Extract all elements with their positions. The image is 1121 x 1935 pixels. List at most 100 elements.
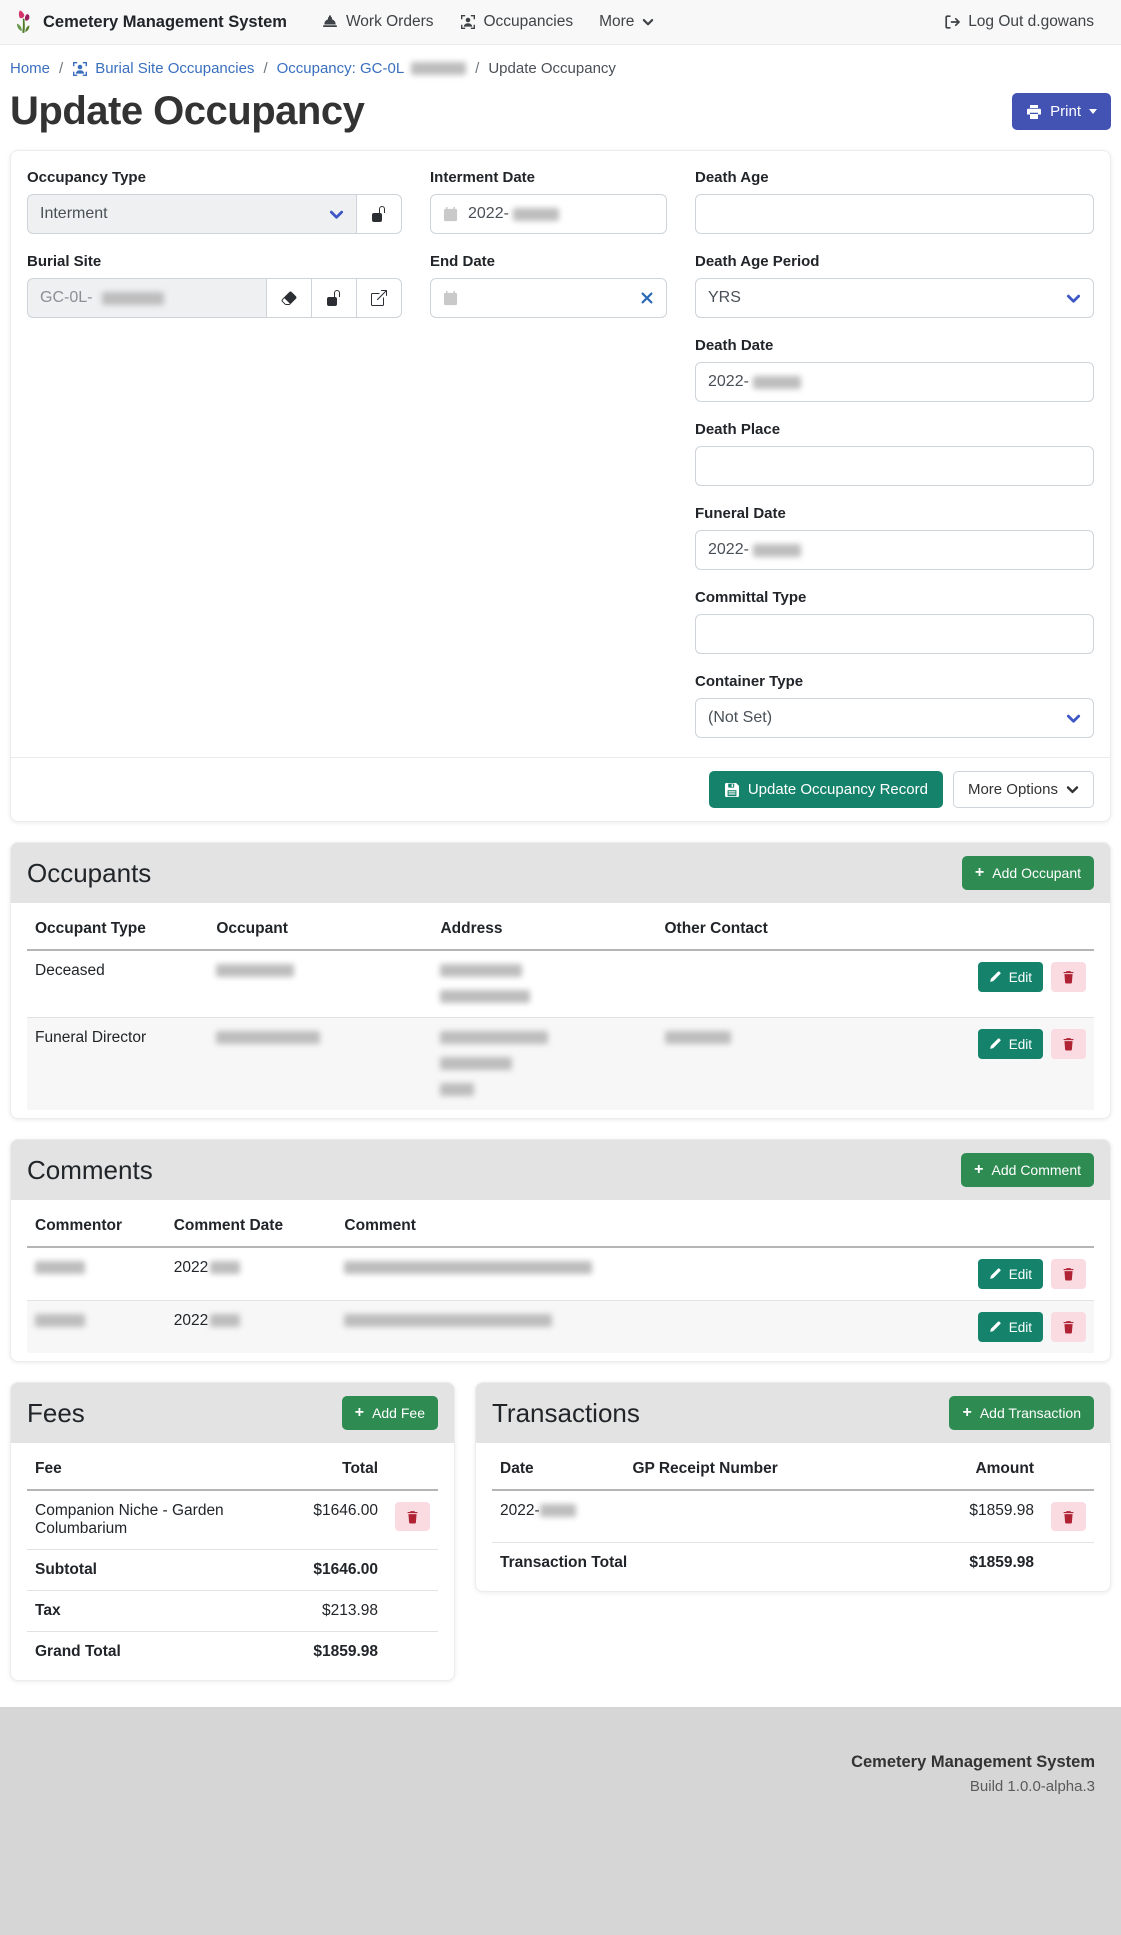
container-type-select[interactable]: (Not Set): [695, 698, 1094, 738]
column-actions: [970, 1204, 1094, 1247]
occupant-type-cell: Deceased: [27, 950, 208, 1018]
redacted-text: [540, 1504, 576, 1517]
chevron-down-icon: [1066, 291, 1081, 306]
redacted-text: [35, 1261, 85, 1274]
committal-type-text[interactable]: [708, 615, 1081, 653]
death-place-field: Death Place: [695, 421, 1094, 486]
end-date-input[interactable]: [430, 278, 667, 318]
transaction-amount-cell: $1859.98: [903, 1490, 1042, 1543]
breadcrumb-separator: /: [475, 60, 479, 77]
add-transaction-button[interactable]: + Add Transaction: [949, 1396, 1094, 1430]
nav-work-orders[interactable]: Work Orders: [309, 13, 447, 31]
container-type-value: (Not Set): [708, 709, 772, 727]
plus-icon: +: [355, 1405, 364, 1421]
redacted-text: [513, 208, 559, 221]
chevron-down-icon: [1066, 783, 1079, 796]
breadcrumb-burial-site-occupancies[interactable]: Burial Site Occupancies: [72, 60, 254, 77]
plus-icon: +: [962, 1405, 971, 1421]
edit-occupant-button[interactable]: Edit: [978, 1029, 1043, 1059]
nav-occupancies[interactable]: Occupancies: [447, 13, 587, 31]
delete-occupant-button[interactable]: [1051, 962, 1086, 992]
trash-icon: [1062, 1510, 1075, 1524]
eraser-icon: [281, 290, 297, 306]
logout-label: Log Out d.gowans: [968, 13, 1094, 31]
fees-tax-row: Tax $213.98: [27, 1591, 438, 1632]
print-label: Print: [1050, 103, 1081, 120]
edit-comment-button[interactable]: Edit: [978, 1312, 1043, 1342]
comments-title: Comments: [27, 1155, 153, 1186]
redacted-text: [440, 1057, 512, 1070]
burial-site-clear-button[interactable]: [267, 278, 312, 318]
redacted-text: [753, 544, 801, 557]
update-occupancy-record-label: Update Occupancy Record: [748, 781, 928, 798]
death-place-text[interactable]: [708, 447, 1081, 485]
logout-icon: [944, 14, 960, 30]
edit-comment-button[interactable]: Edit: [978, 1259, 1043, 1289]
interment-date-value: 2022-: [468, 205, 509, 223]
delete-fee-button[interactable]: [395, 1502, 430, 1531]
delete-comment-button[interactable]: [1051, 1312, 1086, 1342]
occupancy-person-frame-icon: [72, 61, 88, 77]
delete-transaction-button[interactable]: [1051, 1502, 1086, 1531]
occupancy-type-lock-button[interactable]: [357, 194, 402, 234]
occupant-row: Funeral Director: [27, 1018, 1094, 1111]
save-icon: [724, 782, 740, 798]
unlock-icon: [326, 290, 342, 306]
add-comment-button[interactable]: + Add Comment: [961, 1153, 1094, 1187]
committal-type-input[interactable]: [695, 614, 1094, 654]
subtotal-label: Subtotal: [27, 1550, 305, 1591]
printer-icon: [1026, 104, 1042, 120]
death-age-input[interactable]: [695, 194, 1094, 234]
funeral-date-input[interactable]: 2022-: [695, 530, 1094, 570]
transactions-section: Transactions + Add Transaction Date GP R…: [475, 1382, 1111, 1592]
redacted-text: [440, 990, 530, 1003]
caret-down-icon: [1089, 109, 1097, 114]
column-actions: [970, 907, 1094, 950]
redacted-text: [216, 1031, 320, 1044]
trash-icon: [1062, 1267, 1075, 1281]
add-transaction-label: Add Transaction: [980, 1405, 1081, 1421]
column-commentor: Commentor: [27, 1204, 166, 1247]
end-date-text[interactable]: [468, 279, 630, 317]
more-options-label: More Options: [968, 781, 1058, 798]
redacted-text: [210, 1261, 240, 1274]
burial-site-open-button[interactable]: [357, 278, 402, 318]
death-age-text[interactable]: [708, 195, 1081, 233]
breadcrumb-home[interactable]: Home: [10, 60, 50, 77]
container-type-field: Container Type (Not Set): [695, 673, 1094, 738]
fee-name-cell: Companion Niche - Garden Columbarium: [27, 1490, 305, 1550]
fees-table: Fee Total Companion Niche - Garden Colum…: [27, 1447, 438, 1672]
burial-site-input: GC-0L-: [27, 278, 267, 318]
breadcrumb-separator: /: [59, 60, 63, 77]
more-options-button[interactable]: More Options: [953, 771, 1094, 808]
redacted-text: [102, 292, 164, 305]
pencil-icon: [989, 971, 1001, 983]
app-brand[interactable]: Cemetery Management System: [14, 9, 287, 35]
death-age-period-select[interactable]: YRS: [695, 278, 1094, 318]
occupancy-form-card: Occupancy Type Interment: [10, 150, 1111, 822]
death-date-input[interactable]: 2022-: [695, 362, 1094, 402]
interment-date-input[interactable]: 2022-: [430, 194, 667, 234]
add-occupant-button[interactable]: + Add Occupant: [962, 856, 1094, 890]
redacted-text: [210, 1314, 240, 1327]
comments-section: Comments + Add Comment Commentor Comment…: [10, 1139, 1111, 1362]
delete-comment-button[interactable]: [1051, 1259, 1086, 1289]
logout-button[interactable]: Log Out d.gowans: [931, 13, 1107, 31]
redacted-text: [344, 1261, 592, 1274]
occupancy-type-select[interactable]: Interment: [27, 194, 357, 234]
clear-x-icon[interactable]: [640, 291, 654, 305]
trash-icon: [1062, 1320, 1075, 1334]
update-occupancy-record-button[interactable]: Update Occupancy Record: [709, 771, 943, 808]
form-column-2: Interment Date 2022-: [430, 169, 667, 757]
add-fee-button[interactable]: + Add Fee: [342, 1396, 438, 1430]
print-button[interactable]: Print: [1012, 93, 1111, 130]
delete-occupant-button[interactable]: [1051, 1029, 1086, 1059]
burial-site-lock-button[interactable]: [312, 278, 357, 318]
death-place-input[interactable]: [695, 446, 1094, 486]
breadcrumb-occupancy[interactable]: Occupancy: GC-0L: [277, 60, 467, 77]
edit-occupant-button[interactable]: Edit: [978, 962, 1043, 992]
nav-more[interactable]: More: [586, 13, 667, 31]
column-comment: Comment: [336, 1204, 969, 1247]
transactions-title: Transactions: [492, 1398, 640, 1429]
redacted-text: [411, 62, 466, 75]
